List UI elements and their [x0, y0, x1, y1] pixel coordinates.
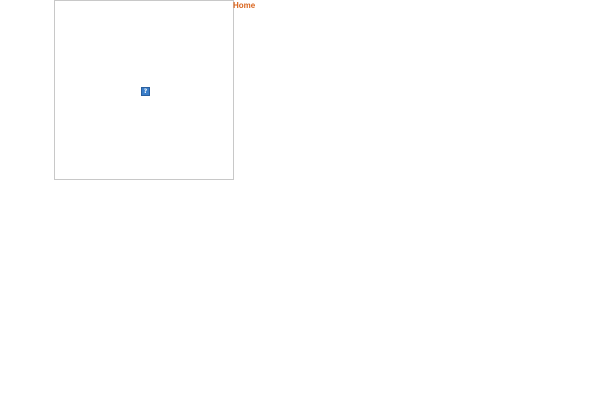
home-link[interactable]: Home: [233, 1, 255, 11]
image-placeholder: ?: [54, 0, 234, 180]
broken-image-icon: ?: [141, 87, 150, 96]
broken-image-glyph: ?: [143, 88, 148, 95]
page: ? Home: [0, 0, 600, 400]
